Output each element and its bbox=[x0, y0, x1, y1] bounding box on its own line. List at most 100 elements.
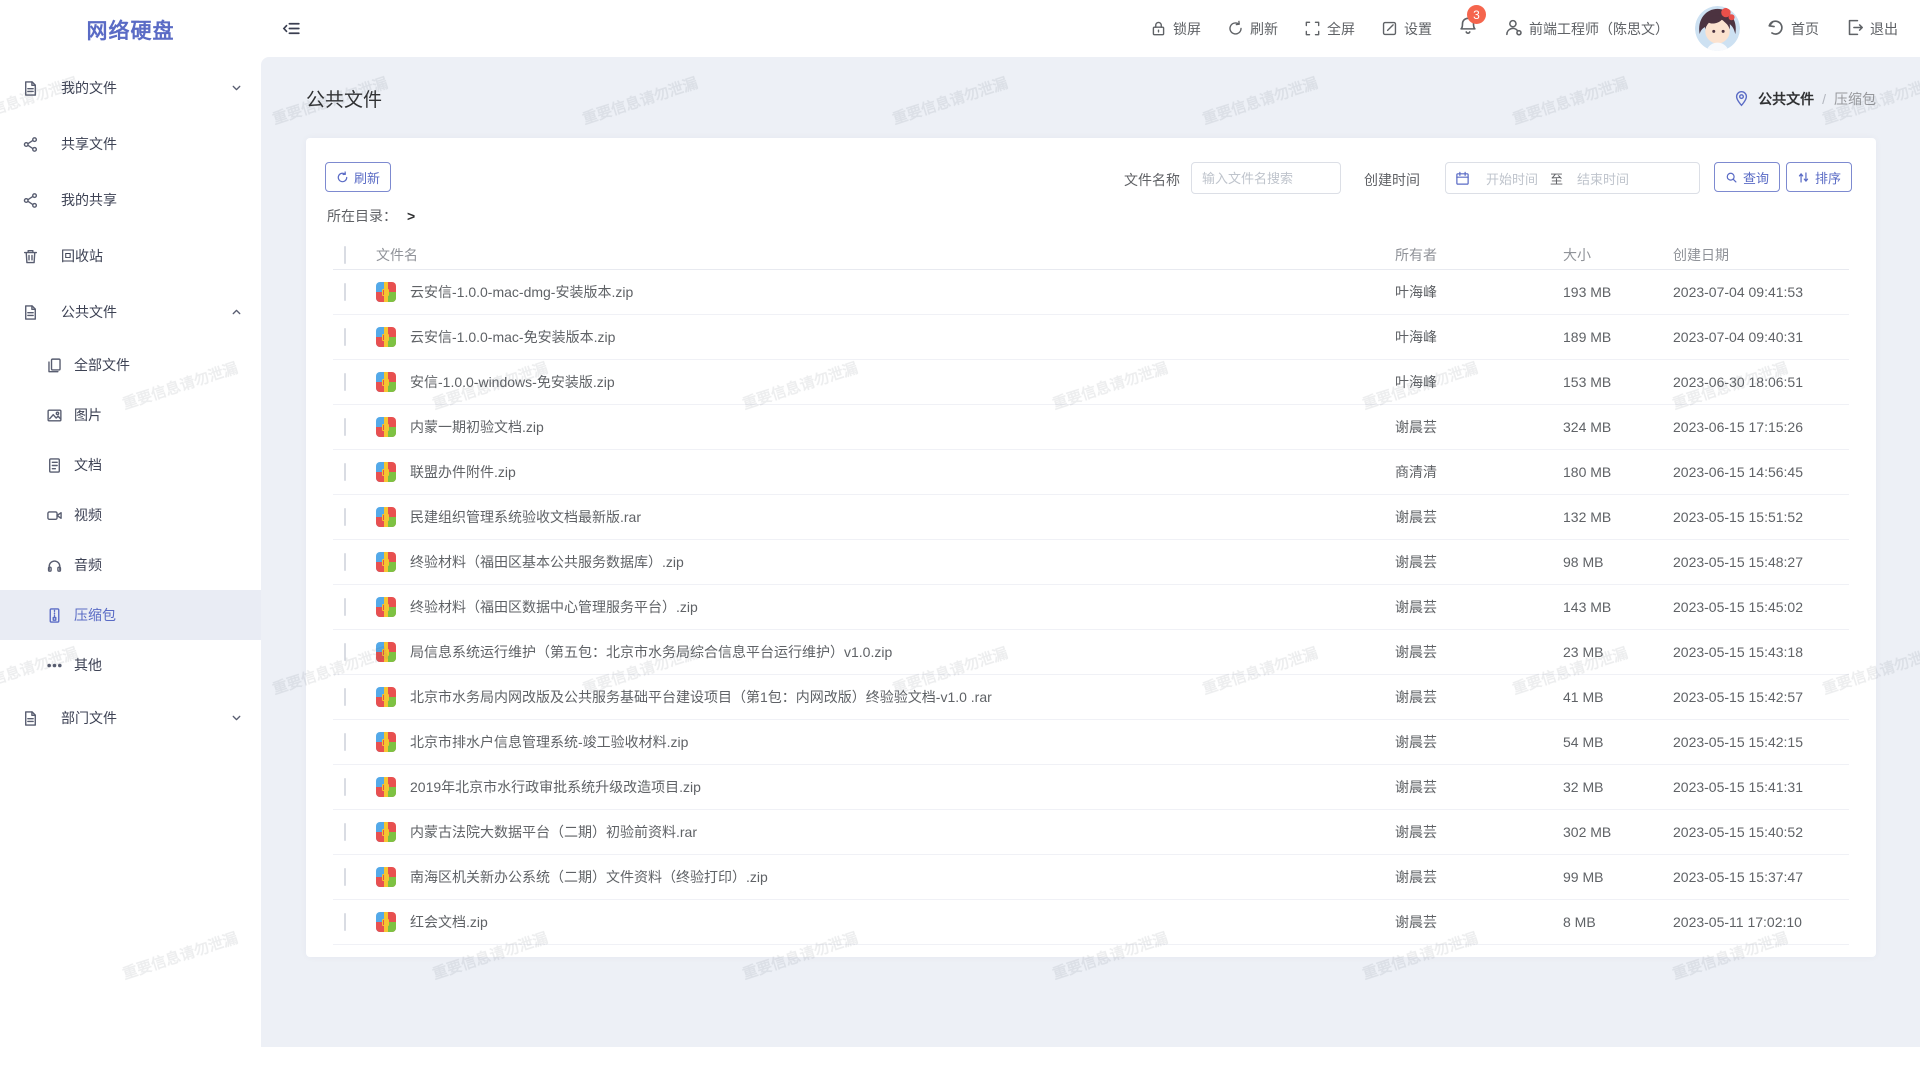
filename-search-input[interactable] bbox=[1191, 162, 1341, 194]
table-row[interactable]: 2019年北京市水行政审批系统升级改造项目.zip 谢晨芸 32 MB 2023… bbox=[333, 765, 1849, 810]
row-checkbox[interactable] bbox=[344, 283, 346, 301]
row-checkbox[interactable] bbox=[344, 373, 346, 391]
sidebar-item-公共文件[interactable]: 公共文件 bbox=[0, 284, 261, 340]
home-label: 首页 bbox=[1791, 19, 1819, 39]
file-date: 2023-05-15 15:37:47 bbox=[1673, 869, 1849, 885]
refresh-list-button[interactable]: 刷新 bbox=[325, 162, 391, 192]
sidebar-item-label: 视频 bbox=[74, 505, 102, 525]
file-size: 189 MB bbox=[1563, 329, 1673, 345]
table-row[interactable]: 云安信-1.0.0-mac-dmg-安装版本.zip 叶海峰 193 MB 20… bbox=[333, 270, 1849, 315]
home-button[interactable]: 首页 bbox=[1766, 18, 1819, 40]
sidebar-item-共享文件[interactable]: 共享文件 bbox=[0, 116, 261, 172]
sidebar-item-音频[interactable]: 音频 bbox=[0, 540, 261, 590]
table-row[interactable]: 终验材料（福田区数据中心管理服务平台）.zip 谢晨芸 143 MB 2023-… bbox=[333, 585, 1849, 630]
avatar[interactable] bbox=[1695, 6, 1740, 51]
created-time-label: 创建时间 bbox=[1364, 170, 1420, 190]
table-row[interactable]: 内蒙一期初验文档.zip 谢晨芸 324 MB 2023-06-15 17:15… bbox=[333, 405, 1849, 450]
fullscreen-button[interactable]: 全屏 bbox=[1304, 19, 1355, 39]
sidebar-item-压缩包[interactable]: 压缩包 bbox=[0, 590, 261, 640]
table-row[interactable]: 北京市水务局内网改版及公共服务基础平台建设项目（第1包：内网改版）终验验文档-v… bbox=[333, 675, 1849, 720]
user-menu[interactable]: 前端工程师（陈思文） bbox=[1504, 18, 1669, 40]
sidebar-item-文档[interactable]: 文档 bbox=[0, 440, 261, 490]
file-name[interactable]: 内蒙一期初验文档.zip bbox=[410, 417, 1395, 437]
sidebar-item-label: 文档 bbox=[74, 455, 102, 475]
sidebar-item-我的文件[interactable]: 我的文件 bbox=[0, 60, 261, 116]
sidebar-item-其他[interactable]: 其他 bbox=[0, 640, 261, 690]
sidebar-item-全部文件[interactable]: 全部文件 bbox=[0, 340, 261, 390]
row-checkbox[interactable] bbox=[344, 868, 346, 886]
file-owner: 谢晨芸 bbox=[1395, 732, 1563, 752]
filename-label: 文件名称 bbox=[1124, 170, 1180, 190]
file-name[interactable]: 民建组织管理系统验收文档最新版.rar bbox=[410, 507, 1395, 527]
row-checkbox[interactable] bbox=[344, 553, 346, 571]
sidebar-item-label: 其他 bbox=[74, 655, 102, 675]
row-checkbox[interactable] bbox=[344, 913, 346, 931]
sidebar-item-视频[interactable]: 视频 bbox=[0, 490, 261, 540]
notification-badge: 3 bbox=[1467, 5, 1486, 24]
notifications-button[interactable]: 3 bbox=[1458, 16, 1478, 41]
sidebar-collapse-icon[interactable] bbox=[282, 19, 301, 38]
app-logo: 网络硬盘 bbox=[0, 0, 261, 60]
sidebar-item-图片[interactable]: 图片 bbox=[0, 390, 261, 440]
row-checkbox[interactable] bbox=[344, 508, 346, 526]
table-row[interactable]: 终验材料（福田区基本公共服务数据库）.zip 谢晨芸 98 MB 2023-05… bbox=[333, 540, 1849, 585]
table-row[interactable]: 云安信-1.0.0-mac-免安装版本.zip 叶海峰 189 MB 2023-… bbox=[333, 315, 1849, 360]
table-row[interactable]: 安信-1.0.0-windows-免安装版.zip 叶海峰 153 MB 202… bbox=[333, 360, 1849, 405]
end-date-placeholder[interactable]: 结束时间 bbox=[1577, 169, 1639, 188]
row-checkbox[interactable] bbox=[344, 778, 346, 796]
table-body: 云安信-1.0.0-mac-dmg-安装版本.zip 叶海峰 193 MB 20… bbox=[333, 270, 1849, 945]
sidebar-item-部门文件[interactable]: 部门文件 bbox=[0, 690, 261, 746]
table-row[interactable]: 联盟办件附件.zip 商清清 180 MB 2023-06-15 14:56:4… bbox=[333, 450, 1849, 495]
settings-button[interactable]: 设置 bbox=[1381, 19, 1432, 39]
file-name[interactable]: 云安信-1.0.0-mac-dmg-安装版本.zip bbox=[410, 282, 1395, 302]
content-area: 公共文件 公共文件 / 压缩包 刷新 文件名称 创建时间 bbox=[261, 57, 1920, 1047]
row-checkbox[interactable] bbox=[344, 733, 346, 751]
row-checkbox[interactable] bbox=[344, 643, 346, 661]
sidebar-item-回收站[interactable]: 回收站 bbox=[0, 228, 261, 284]
select-all-checkbox[interactable] bbox=[344, 246, 346, 264]
table-row[interactable]: 局信息系统运行维护（第五包：北京市水务局综合信息平台运行维护）v1.0.zip … bbox=[333, 630, 1849, 675]
sidebar-item-我的共享[interactable]: 我的共享 bbox=[0, 172, 261, 228]
row-checkbox[interactable] bbox=[344, 598, 346, 616]
row-checkbox[interactable] bbox=[344, 418, 346, 436]
file-owner: 谢晨芸 bbox=[1395, 642, 1563, 662]
table-row[interactable]: 北京市排水户信息管理系统-竣工验收材料.zip 谢晨芸 54 MB 2023-0… bbox=[333, 720, 1849, 765]
zip-file-icon bbox=[376, 372, 396, 392]
file-size: 180 MB bbox=[1563, 464, 1673, 480]
row-checkbox[interactable] bbox=[344, 823, 346, 841]
file-name[interactable]: 2019年北京市水行政审批系统升级改造项目.zip bbox=[410, 777, 1395, 797]
zip-file-icon bbox=[376, 732, 396, 752]
file-name[interactable]: 内蒙古法院大数据平台（二期）初验前资料.rar bbox=[410, 822, 1395, 842]
table-row[interactable]: 红会文档.zip 谢晨芸 8 MB 2023-05-11 17:02:10 bbox=[333, 900, 1849, 945]
file-name[interactable]: 局信息系统运行维护（第五包：北京市水务局综合信息平台运行维护）v1.0.zip bbox=[410, 642, 1395, 662]
query-button[interactable]: 查询 bbox=[1714, 162, 1780, 192]
file-name[interactable]: 北京市水务局内网改版及公共服务基础平台建设项目（第1包：内网改版）终验验文档-v… bbox=[410, 687, 1395, 707]
row-checkbox[interactable] bbox=[344, 328, 346, 346]
docpage-icon bbox=[46, 457, 63, 474]
table-row[interactable]: 内蒙古法院大数据平台（二期）初验前资料.rar 谢晨芸 302 MB 2023-… bbox=[333, 810, 1849, 855]
file-name[interactable]: 终验材料（福田区基本公共服务数据库）.zip bbox=[410, 552, 1395, 572]
row-checkbox[interactable] bbox=[344, 463, 346, 481]
lock-screen-button[interactable]: 锁屏 bbox=[1150, 19, 1201, 39]
start-date-placeholder[interactable]: 开始时间 bbox=[1486, 169, 1548, 188]
file-name[interactable]: 南海区机关新办公系统（二期）文件资料（终验打印）.zip bbox=[410, 867, 1395, 887]
row-checkbox[interactable] bbox=[344, 688, 346, 706]
breadcrumb-separator: / bbox=[1822, 91, 1826, 107]
doc-icon bbox=[22, 304, 39, 321]
table-row[interactable]: 民建组织管理系统验收文档最新版.rar 谢晨芸 132 MB 2023-05-1… bbox=[333, 495, 1849, 540]
file-size: 132 MB bbox=[1563, 509, 1673, 525]
file-name[interactable]: 云安信-1.0.0-mac-免安装版本.zip bbox=[410, 327, 1395, 347]
breadcrumb-root[interactable]: 公共文件 bbox=[1758, 89, 1814, 109]
file-name[interactable]: 联盟办件附件.zip bbox=[410, 462, 1395, 482]
directory-root-arrow: > bbox=[407, 208, 415, 224]
file-name[interactable]: 安信-1.0.0-windows-免安装版.zip bbox=[410, 372, 1395, 392]
date-range-picker[interactable]: 开始时间 至 结束时间 bbox=[1445, 162, 1700, 194]
sort-button[interactable]: 排序 bbox=[1786, 162, 1852, 192]
logout-button[interactable]: 退出 bbox=[1845, 18, 1898, 40]
file-name[interactable]: 红会文档.zip bbox=[410, 912, 1395, 932]
refresh-page-button[interactable]: 刷新 bbox=[1227, 19, 1278, 39]
table-row[interactable]: 南海区机关新办公系统（二期）文件资料（终验打印）.zip 谢晨芸 99 MB 2… bbox=[333, 855, 1849, 900]
file-name[interactable]: 北京市排水户信息管理系统-竣工验收材料.zip bbox=[410, 732, 1395, 752]
sidebar-item-label: 共享文件 bbox=[61, 134, 117, 154]
file-name[interactable]: 终验材料（福田区数据中心管理服务平台）.zip bbox=[410, 597, 1395, 617]
